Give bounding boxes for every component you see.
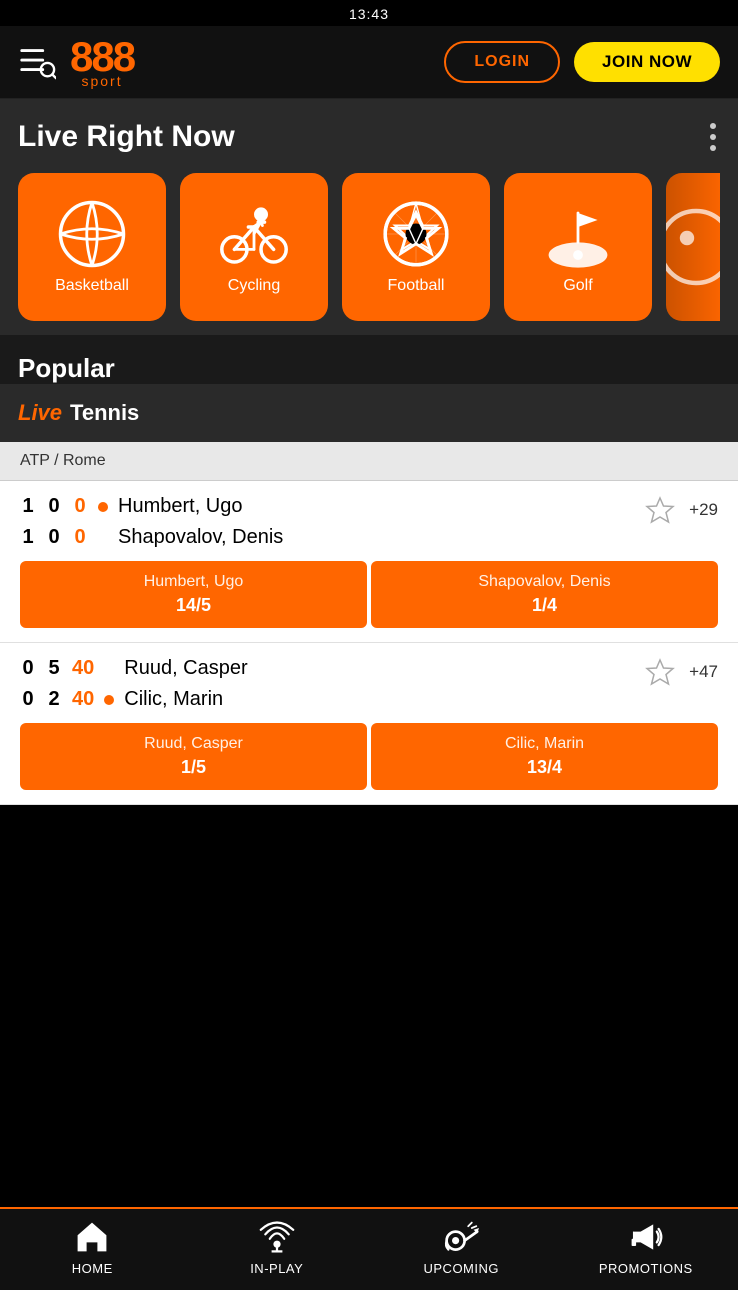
status-time: 13:43 <box>349 6 389 22</box>
match-2-scores: 0 5 40 Ruud, Casper 0 2 40 Cilic, Marin <box>20 657 718 711</box>
status-bar: 13:43 <box>0 0 738 26</box>
match-2-actions: +47 <box>645 657 718 687</box>
match-1-player2-score: 1 0 0 Shapovalov, Denis <box>20 526 283 549</box>
menu-search-icon[interactable] <box>18 43 56 81</box>
serving-dot-p1 <box>98 502 108 512</box>
player2-name: Shapovalov, Denis <box>118 526 283 549</box>
bet-button-1-player2[interactable]: Shapovalov, Denis 1/4 <box>371 561 718 628</box>
sport-label-golf: Golf <box>563 277 592 295</box>
join-button[interactable]: JOIN NOW <box>574 42 720 82</box>
logo: 888 sport <box>70 36 134 88</box>
nav-promotions-label: PROMOTIONS <box>599 1261 693 1276</box>
favorite-star-2[interactable] <box>645 657 675 687</box>
bet-button-2-player2[interactable]: Cilic, Marin 13/4 <box>371 723 718 790</box>
nav-promotions[interactable]: PROMOTIONS <box>554 1219 738 1276</box>
bottom-nav: HOME IN-PLAY UPCOMING <box>0 1207 738 1290</box>
login-button[interactable]: LOGIN <box>444 41 560 83</box>
sport-card-football[interactable]: Football <box>342 173 490 321</box>
nav-inplay-label: IN-PLAY <box>250 1261 303 1276</box>
match-2-player2-score: 0 2 40 Cilic, Marin <box>20 688 248 711</box>
sport-card-basketball[interactable]: Basketball <box>18 173 166 321</box>
match-1-player1-score: 1 0 0 Humbert, Ugo <box>20 495 283 518</box>
live-tennis-header: Live Tennis <box>0 384 738 442</box>
tennis-label: Tennis <box>70 400 139 426</box>
header: 888 sport LOGIN JOIN NOW <box>0 26 738 99</box>
match-row-2: 0 5 40 Ruud, Casper 0 2 40 Cilic, Marin <box>0 643 738 805</box>
more-options-button[interactable] <box>706 119 720 155</box>
sport-card-golf[interactable]: Golf <box>504 173 652 321</box>
matches-container: ATP / Rome 1 0 0 Humbert, Ugo 1 0 0 <box>0 442 738 805</box>
live-section: Live Right Now Basketball <box>0 99 738 335</box>
header-left: 888 sport <box>18 36 134 88</box>
match-2-score-left: 0 5 40 Ruud, Casper 0 2 40 Cilic, Marin <box>20 657 248 711</box>
logo-sport: sport <box>81 74 122 88</box>
nav-inplay[interactable]: IN-PLAY <box>185 1219 370 1276</box>
live-label: Live <box>18 400 62 426</box>
match2-player1-name: Ruud, Casper <box>124 657 247 680</box>
plus-count-2: +47 <box>689 662 718 682</box>
popular-section: Popular <box>0 335 738 384</box>
match-1-score-left: 1 0 0 Humbert, Ugo 1 0 0 Shapovalov, Den… <box>20 495 283 549</box>
nav-home[interactable]: HOME <box>0 1219 185 1276</box>
match-2-player1-score: 0 5 40 Ruud, Casper <box>20 657 248 680</box>
player1-name: Humbert, Ugo <box>118 495 243 518</box>
sport-label-basketball: Basketball <box>55 277 129 295</box>
sports-row: Basketball <box>18 173 720 321</box>
match-league: ATP / Rome <box>0 442 738 481</box>
nav-upcoming-label: UPCOMING <box>424 1261 500 1276</box>
match-1-bet-buttons: Humbert, Ugo 14/5 Shapovalov, Denis 1/4 <box>20 561 718 628</box>
sport-card-cycling[interactable]: Cycling <box>180 173 328 321</box>
plus-count-1: +29 <box>689 500 718 520</box>
match-1-actions: +29 <box>645 495 718 525</box>
nav-upcoming[interactable]: UPCOMING <box>369 1219 554 1276</box>
match2-player2-name: Cilic, Marin <box>124 688 223 711</box>
popular-title: Popular <box>18 353 115 383</box>
bet-button-2-player1[interactable]: Ruud, Casper 1/5 <box>20 723 367 790</box>
match-1-scores: 1 0 0 Humbert, Ugo 1 0 0 Shapovalov, Den… <box>20 495 718 549</box>
bottom-padding <box>0 805 738 895</box>
header-right: LOGIN JOIN NOW <box>444 41 720 83</box>
live-title: Live Right Now <box>18 120 235 154</box>
logo-number: 888 <box>70 36 134 78</box>
sport-label-cycling: Cycling <box>228 277 280 295</box>
bet-button-1-player1[interactable]: Humbert, Ugo 14/5 <box>20 561 367 628</box>
sport-card-handball[interactable] <box>666 173 720 321</box>
live-header: Live Right Now <box>18 119 720 155</box>
match-row-1: 1 0 0 Humbert, Ugo 1 0 0 Shapovalov, Den… <box>0 481 738 643</box>
match-2-bet-buttons: Ruud, Casper 1/5 Cilic, Marin 13/4 <box>20 723 718 790</box>
nav-home-label: HOME <box>72 1261 113 1276</box>
serving-dot-p2 <box>104 695 114 705</box>
favorite-star-1[interactable] <box>645 495 675 525</box>
sport-label-football: Football <box>388 277 445 295</box>
